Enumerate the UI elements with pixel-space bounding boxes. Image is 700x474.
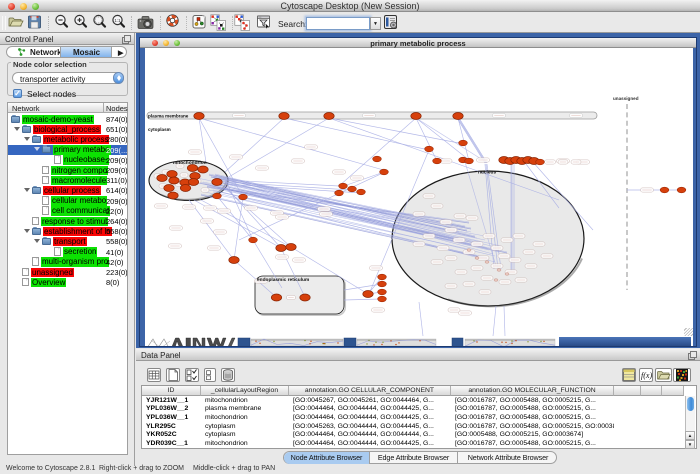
svg-text:unassigned: unassigned bbox=[613, 96, 639, 101]
svg-text:cytoplasm: cytoplasm bbox=[148, 127, 171, 132]
svg-text:endoplasmic reticulum: endoplasmic reticulum bbox=[257, 277, 309, 283]
svg-text:mitochondrion: mitochondrion bbox=[173, 160, 207, 166]
svg-text:plasma membrane: plasma membrane bbox=[148, 113, 189, 118]
svg-text:f(x): f(x) bbox=[641, 371, 652, 380]
svg-text:1:1: 1:1 bbox=[114, 18, 121, 23]
svg-text:nucleus: nucleus bbox=[478, 169, 496, 175]
